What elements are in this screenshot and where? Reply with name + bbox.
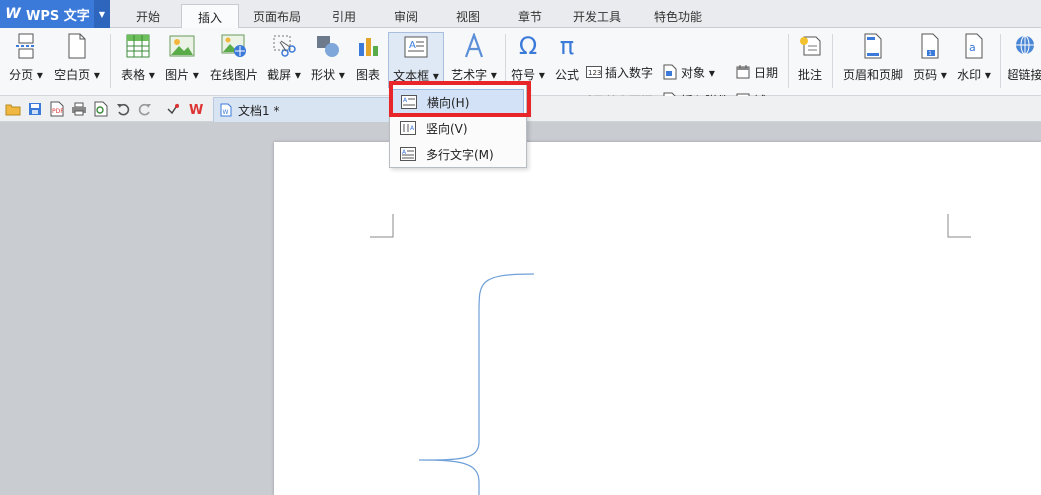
export-pdf-icon[interactable]: PDF [48,100,66,118]
number-icon: 123 [586,64,602,80]
svg-text:PDF: PDF [52,108,64,115]
scissors-icon [270,32,298,60]
symbol-button[interactable]: Ω 符号 ▾ [509,32,547,88]
document-tab-label: 文档1 * [238,103,280,118]
comment-icon [796,32,824,60]
page-number-icon: 1 [916,32,944,60]
svg-text:1: 1 [929,51,932,57]
svg-text:123: 123 [588,69,601,77]
formula-button[interactable]: π 公式 [552,32,582,88]
tab-strip: W WPS 文字 ▼ 开始 插入 页面布局 引用 审阅 视图 章节 开发工具 特… [0,0,1041,29]
tab-home[interactable]: 开始 [120,4,176,28]
tab-view[interactable]: 视图 [442,4,494,28]
page-number-button[interactable]: 1 页码 ▾ [910,32,950,88]
menu-item-vertical[interactable]: A 竖向(V) [392,115,524,141]
print-icon[interactable] [70,100,88,118]
header-footer-button[interactable]: 页眉和页脚 [840,32,906,88]
bar-chart-icon [354,32,382,60]
wordart-icon [460,32,488,60]
ribbon-separator [1000,34,1001,88]
chart-button[interactable]: 图表 [352,32,384,88]
redo-icon[interactable] [136,100,154,118]
calendar-icon [735,64,751,80]
page-break-button[interactable]: 分页 ▾ [6,32,46,88]
table-icon [124,32,152,60]
svg-text:W: W [189,103,203,116]
object-button[interactable]: 对象 ▾ [662,62,715,82]
multiline-textbox-icon: A [400,146,416,162]
shapes-icon [314,32,342,60]
document-page[interactable] [274,142,1041,495]
undo-icon[interactable] [114,100,132,118]
tab-page-layout[interactable]: 页面布局 [244,4,310,28]
insert-number-button[interactable]: 123 插入数字 [586,62,653,82]
page-decorations [370,214,971,495]
pi-icon: π [559,32,575,60]
watermark-icon: a [960,32,988,60]
wps-logo-icon: W [5,6,21,22]
margin-mark-top-left [370,214,394,238]
online-picture-icon [220,32,248,60]
ribbon-separator [505,34,506,88]
svg-text:W: W [223,109,229,116]
hyperlink-button[interactable]: 超链接 [1008,32,1041,88]
svg-text:A: A [409,40,416,51]
online-picture-button[interactable]: 在线图片 [207,32,261,88]
svg-text:a: a [969,41,976,54]
date-button[interactable]: 日期 [735,62,778,82]
curly-brace-shape [418,273,535,495]
tab-section[interactable]: 章节 [504,4,556,28]
header-footer-icon [859,32,887,60]
document-icon: W [218,102,234,118]
vertical-textbox-icon: A [400,120,416,136]
margin-mark-top-right [947,214,971,238]
blank-page-button[interactable]: 空白页 ▾ [52,32,102,88]
print-preview-icon[interactable] [92,100,110,118]
watermark-button[interactable]: a 水印 ▾ [954,32,994,88]
tab-developer[interactable]: 开发工具 [564,4,630,28]
omega-icon: Ω [518,32,538,60]
chevron-down-icon[interactable]: ▼ [94,0,110,28]
annotation-highlight-box [389,81,531,117]
wordart-button[interactable]: 艺术字 ▾ [447,32,501,88]
ribbon-separator [110,34,111,88]
open-folder-icon[interactable] [4,100,22,118]
ribbon-separator [832,34,833,88]
page-break-icon [12,32,40,60]
comment-button[interactable]: 批注 [794,32,826,88]
blank-page-icon [63,32,91,60]
document-tab[interactable]: W 文档1 * [213,97,391,122]
object-icon [662,64,678,80]
table-button[interactable]: 表格 ▾ [118,32,158,88]
screenshot-button[interactable]: 截屏 ▾ [264,32,304,88]
shape-button[interactable]: 形状 ▾ [308,32,348,88]
document-workspace[interactable] [0,122,1041,495]
globe-link-icon [1011,32,1039,60]
picture-icon [168,32,196,60]
tab-references[interactable]: 引用 [318,4,370,28]
app-brand: WPS 文字 [26,8,90,24]
textbox-button[interactable]: A 文本框 ▾ [388,32,444,88]
textbox-icon: A [402,33,430,61]
menu-item-multiline[interactable]: A 多行文字(M) [392,141,524,167]
customize-icon[interactable] [164,100,182,118]
tab-insert[interactable]: 插入 [181,4,239,29]
tab-review[interactable]: 审阅 [380,4,432,28]
tab-special[interactable]: 特色功能 [638,4,718,28]
picture-button[interactable]: 图片 ▾ [162,32,202,88]
save-icon[interactable] [26,100,44,118]
wps-menu-button[interactable]: W WPS 文字 ▼ [0,0,110,28]
wps-w-icon[interactable]: W [188,100,206,118]
ribbon-separator [788,34,789,88]
